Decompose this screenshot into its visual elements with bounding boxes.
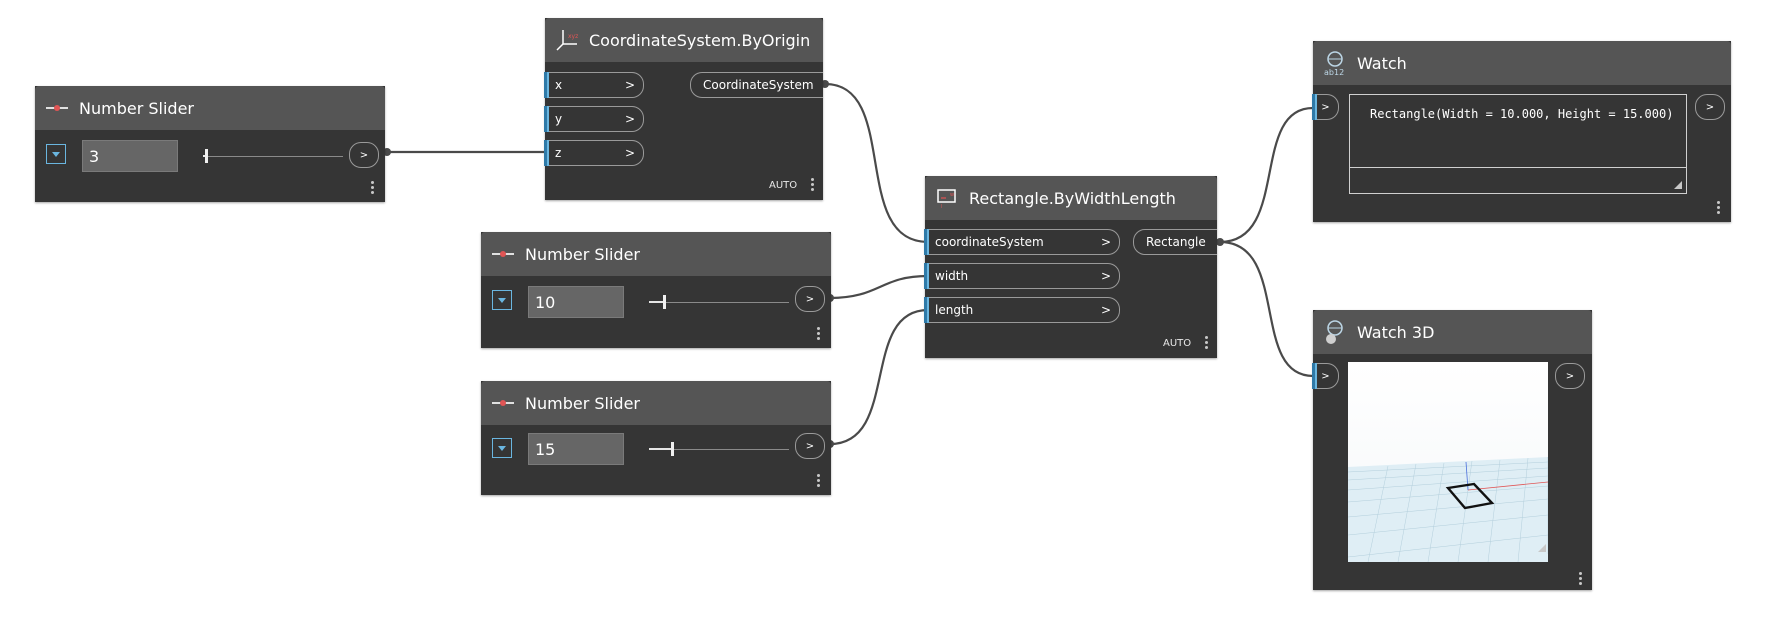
node-title: Watch 3D [1357, 322, 1435, 342]
node-header[interactable]: Number Slider [481, 232, 831, 276]
input-port-coordinatesystem[interactable]: coordinateSystem > [924, 229, 1120, 255]
node-header[interactable]: ab12 Watch [1313, 41, 1731, 85]
slider-value-field[interactable]: 10 [528, 286, 624, 318]
slider-icon [491, 391, 515, 415]
watch-result-box: Rectangle(Width = 10.000, Height = 15.00… [1349, 94, 1687, 194]
port-chevron: > [624, 112, 635, 126]
node-header[interactable]: xyz CoordinateSystem.ByOrigin [545, 18, 823, 62]
slider-thumb[interactable] [205, 149, 208, 163]
svg-text:l: l [941, 204, 942, 210]
node-menu-icon[interactable] [811, 178, 814, 192]
node-menu-icon[interactable] [1205, 336, 1208, 350]
lacing-label: AUTO [769, 180, 798, 191]
output-port[interactable]: > [1555, 363, 1585, 389]
port-label: width [935, 269, 969, 283]
node-menu-icon[interactable] [371, 181, 374, 195]
node-header[interactable]: Watch 3D [1313, 310, 1592, 354]
coordinate-system-node[interactable]: xyz CoordinateSystem.ByOrigin x > y > z … [544, 18, 823, 200]
wire-rect-to-watch[interactable] [1219, 106, 1314, 244]
port-label: x [555, 78, 563, 92]
slider-thumb[interactable] [671, 442, 674, 456]
node-header[interactable]: Number Slider [481, 381, 831, 425]
wire-coordsys-to-rect[interactable] [824, 82, 929, 244]
slider-settings-button[interactable] [492, 290, 512, 310]
node-title: Number Slider [525, 244, 640, 264]
node-title: CoordinateSystem.ByOrigin [589, 30, 811, 50]
watch-divider [1350, 167, 1686, 168]
output-port[interactable]: CoordinateSystem [690, 72, 823, 98]
output-port[interactable]: Rectangle [1133, 229, 1217, 255]
chevron-down-icon [52, 151, 60, 157]
input-port-length[interactable]: length > [924, 297, 1120, 323]
slider-icon [491, 242, 515, 266]
slider-value-field[interactable]: 3 [82, 140, 178, 172]
svg-text:ab12: ab12 [1324, 68, 1344, 76]
node-title: Number Slider [525, 393, 640, 413]
watch-icon: ab12 [1323, 51, 1347, 76]
3d-viewport-scene [1348, 362, 1548, 562]
input-port-z[interactable]: z > [544, 140, 644, 166]
wire-slider3-to-length[interactable] [829, 308, 929, 446]
number-slider-node[interactable]: Number Slider 15 > [481, 381, 831, 495]
lacing-label: AUTO [1163, 338, 1192, 349]
chevron-down-icon [498, 445, 506, 451]
node-header[interactable]: Number Slider [35, 86, 385, 130]
watch-result-text: Rectangle(Width = 10.000, Height = 15.00… [1370, 107, 1674, 121]
slider-settings-button[interactable] [46, 144, 66, 164]
node-menu-icon[interactable] [817, 474, 820, 488]
port-label: length [935, 303, 974, 317]
number-slider-node[interactable]: Number Slider 10 > [481, 232, 831, 348]
rectangle-icon: wl [935, 186, 959, 210]
rectangle-node[interactable]: wl Rectangle.ByWidthLength coordinateSys… [924, 176, 1217, 358]
watch3d-node[interactable]: Watch 3D > > [1312, 310, 1592, 590]
input-port-width[interactable]: width > [924, 263, 1120, 289]
svg-text:w: w [950, 192, 954, 198]
port-label: Rectangle [1146, 235, 1206, 249]
resize-handle[interactable] [1674, 181, 1682, 189]
watch-node[interactable]: ab12 Watch > Rectangle(Width = 10.000, H… [1312, 41, 1731, 222]
port-chevron: > [1100, 269, 1111, 283]
node-menu-icon[interactable] [1717, 201, 1720, 215]
port-label: coordinateSystem [935, 235, 1044, 249]
input-port[interactable]: > [1312, 94, 1339, 120]
svg-text:xyz: xyz [568, 33, 578, 40]
node-menu-icon[interactable] [1579, 572, 1582, 586]
node-title: Rectangle.ByWidthLength [969, 188, 1176, 208]
wire-rect-to-watch3d[interactable] [1219, 240, 1314, 378]
coordinate-system-icon: xyz [555, 28, 579, 52]
output-port[interactable]: > [349, 142, 379, 168]
port-chevron: > [1100, 303, 1111, 317]
slider-thumb[interactable] [663, 295, 666, 309]
slider-icon [45, 96, 69, 120]
slider-settings-button[interactable] [492, 438, 512, 458]
node-title: Number Slider [79, 98, 194, 118]
port-chevron: > [624, 78, 635, 92]
slider-track-fill [649, 301, 663, 303]
port-chevron: > [1100, 235, 1111, 249]
input-port[interactable]: > [1312, 363, 1339, 389]
3d-viewport[interactable] [1348, 362, 1548, 562]
slider-track-fill [649, 448, 671, 450]
output-port[interactable]: > [795, 286, 825, 312]
port-chevron: > [624, 146, 635, 160]
wire-slider2-to-width[interactable] [829, 274, 929, 300]
port-label: z [555, 146, 562, 160]
output-port[interactable]: > [1695, 94, 1725, 120]
output-port[interactable]: > [795, 433, 825, 459]
node-menu-icon[interactable] [817, 327, 820, 341]
slider-value-field[interactable]: 15 [528, 433, 624, 465]
chevron-down-icon [498, 297, 506, 303]
input-port-x[interactable]: x > [544, 72, 644, 98]
node-title: Watch [1357, 53, 1407, 73]
slider-track[interactable] [649, 302, 789, 303]
input-port-y[interactable]: y > [544, 106, 644, 132]
port-label: CoordinateSystem [703, 78, 814, 92]
number-slider-node[interactable]: Number Slider 3 > [35, 86, 385, 202]
slider-track[interactable] [203, 156, 343, 157]
port-label: y [555, 112, 563, 126]
watch3d-icon [1323, 320, 1347, 344]
node-header[interactable]: wl Rectangle.ByWidthLength [925, 176, 1217, 220]
